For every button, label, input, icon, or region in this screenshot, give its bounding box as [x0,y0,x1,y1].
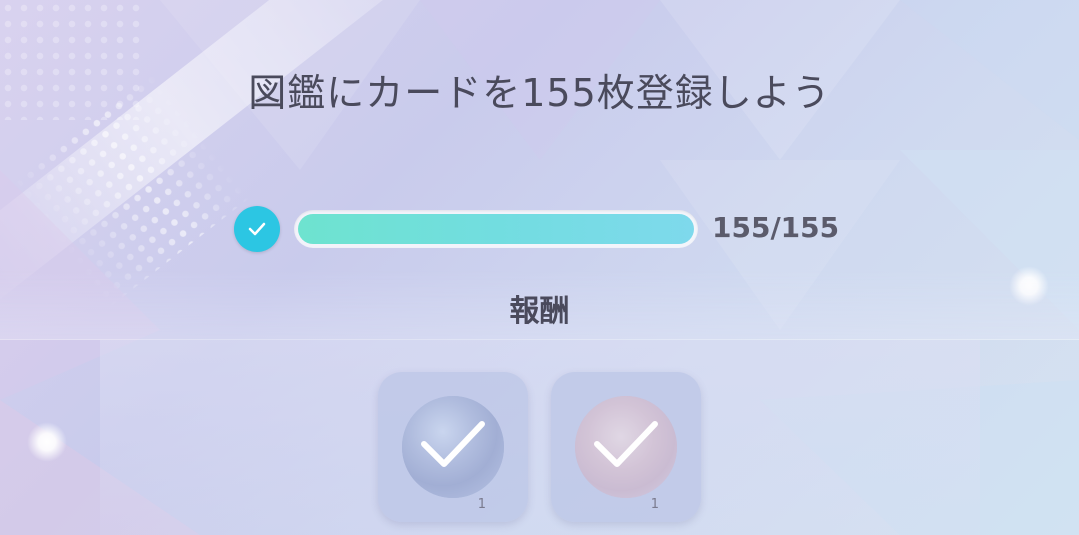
progress-bar [294,210,698,248]
reward-item[interactable]: 1 [378,372,528,522]
reward-quantity: 1 [477,497,486,512]
mission-title: 図鑑にカードを155枚登録しよう [248,71,831,115]
claimed-check-icon [421,421,485,467]
claimed-check-icon [594,421,658,467]
reward-item[interactable]: 1 [551,372,701,522]
reward-header: 報酬 [509,294,570,329]
mission-panel: 図鑑にカードを155枚登録しよう 155/155 報酬 1 1 [0,0,1079,535]
progress-count: 155/155 [712,211,840,244]
mission-progress: 155/155 [232,206,852,252]
rewards-area [100,340,980,535]
completed-check-icon [234,206,280,252]
progress-bar-fill [298,214,694,244]
reward-quantity: 1 [650,497,659,512]
